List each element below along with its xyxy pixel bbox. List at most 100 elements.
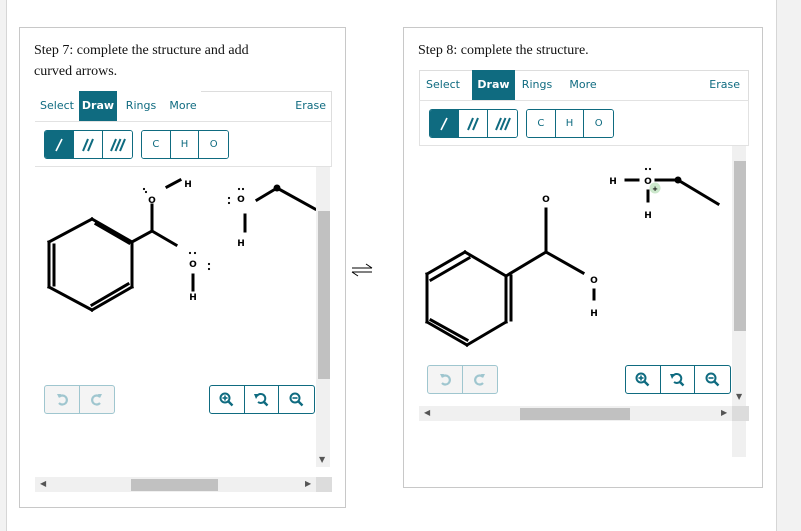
vertical-scroll-thumb[interactable] [734, 161, 746, 331]
zoom-controls [625, 365, 731, 394]
ring-bond [46, 284, 95, 313]
triple-bond-icon [494, 117, 511, 130]
redo-icon [473, 374, 485, 386]
atom-h-button[interactable]: H [170, 131, 200, 158]
single-bond-icon [440, 117, 448, 130]
page-right-gutter [776, 0, 801, 531]
erase-button[interactable]: Erase [700, 70, 740, 100]
atom-tool-group: C H O [526, 109, 614, 138]
tab-more[interactable]: More [565, 70, 601, 100]
single-bond-button[interactable] [45, 131, 75, 158]
zoom-in-button[interactable] [626, 366, 661, 393]
ring-double-bond [89, 281, 131, 308]
step8-sketcher: Select Draw Rings More Erase C H O O O H… [419, 70, 749, 474]
atom-tool-group: C H O [141, 130, 229, 159]
undo-redo-group [427, 365, 498, 394]
double-bond-button[interactable] [459, 110, 489, 137]
zoom-out-button[interactable] [279, 386, 314, 413]
double-bond-button[interactable] [74, 131, 104, 158]
scroll-down-arrow[interactable]: ▼ [736, 392, 742, 401]
step7-drawing-canvas[interactable]: O H O H O H [35, 167, 316, 467]
step7-title-line2: curved arrows. [34, 64, 118, 79]
selected-atom-dot [674, 176, 682, 184]
zoom-in-icon [635, 372, 650, 387]
zoom-in-button[interactable] [210, 386, 245, 413]
tab-rings[interactable]: Rings [123, 91, 159, 121]
horizontal-scroll-thumb[interactable] [520, 408, 630, 420]
tab-select[interactable]: Select [419, 70, 467, 100]
atom-h-top: H [184, 180, 192, 190]
atom-o-top: O [542, 195, 550, 205]
atom-h-button[interactable]: H [555, 110, 585, 137]
redo-button[interactable] [80, 386, 115, 413]
zoom-out-icon [289, 392, 304, 407]
lone-pairs [142, 187, 245, 271]
undo-button[interactable] [45, 386, 80, 413]
equilibrium-arrows-icon [351, 263, 373, 277]
step7-molecule: O H O H O H [46, 177, 316, 313]
single-bond-button[interactable] [430, 110, 460, 137]
step7-toolbar-tabs: Select Draw Rings More Erase [35, 91, 332, 121]
step7-vertical-scrollbar[interactable]: ▼ [316, 167, 330, 467]
step8-tool-row: C H O [419, 100, 749, 146]
undo-redo-group [44, 385, 115, 414]
atom-o-mid: O [189, 260, 197, 270]
double-bond-icon [467, 117, 479, 130]
scroll-right-arrow[interactable]: ▶ [721, 408, 727, 417]
ring-bond [464, 319, 509, 348]
zoom-out-button[interactable] [695, 366, 730, 393]
ring-bond [89, 284, 135, 313]
scrollbar-corner [732, 406, 749, 421]
atom-h-below: H [644, 211, 652, 221]
tab-more[interactable]: More [165, 91, 201, 121]
scrollbar-corner [316, 477, 332, 492]
atom-h-left: H [609, 177, 617, 187]
undo-button[interactable] [428, 366, 463, 393]
bond-tool-group [44, 130, 133, 159]
tab-rings[interactable]: Rings [519, 70, 555, 100]
step7-tool-row: C H O [35, 121, 332, 167]
c-c-bond [274, 185, 316, 212]
zoom-reset-button[interactable] [245, 386, 280, 413]
c-to-o-mid-bond [149, 228, 179, 248]
horizontal-scroll-thumb[interactable] [131, 479, 218, 491]
tab-select[interactable]: Select [35, 91, 79, 121]
atom-h-mid: H [590, 309, 598, 319]
scroll-right-arrow[interactable]: ▶ [305, 479, 311, 488]
zoom-controls [209, 385, 315, 414]
atom-o-button[interactable]: O [584, 110, 613, 137]
equilibrium-arrow [350, 262, 374, 281]
page-left-gutter [0, 0, 7, 531]
atom-o-cation: O [644, 177, 652, 187]
o-top-h-bond [164, 177, 183, 190]
vertical-scroll-thumb[interactable] [318, 211, 330, 379]
atom-c-button[interactable]: C [527, 110, 556, 137]
c-to-o-mid-bond [543, 249, 586, 276]
step7-horizontal-scrollbar[interactable]: ◀ ▶ [35, 477, 316, 492]
erase-button[interactable]: Erase [286, 91, 326, 121]
step7-sketcher: Select Draw Rings More Erase C H O O H O… [35, 91, 332, 493]
bond-tool-group [429, 109, 518, 138]
atom-o-top: O [148, 196, 156, 206]
lone-pairs [644, 167, 652, 171]
ring-bond [462, 249, 509, 279]
step7-panel: Step 7: complete the structure and add c… [19, 27, 346, 508]
redo-button[interactable] [463, 366, 498, 393]
step8-horizontal-scrollbar[interactable]: ◀ ▶ [419, 406, 732, 421]
atom-c-button[interactable]: C [142, 131, 171, 158]
scroll-down-arrow[interactable]: ▼ [319, 455, 325, 464]
ring-bond [89, 216, 135, 245]
tab-draw[interactable]: Draw [79, 91, 117, 121]
scroll-left-arrow[interactable]: ◀ [40, 479, 46, 488]
scroll-left-arrow[interactable]: ◀ [424, 408, 430, 417]
c-c-bond [675, 177, 721, 207]
step7-title-line1: Step 7: complete the structure and add [34, 43, 249, 58]
undo-icon [56, 394, 68, 406]
triple-bond-button[interactable] [488, 110, 517, 137]
zoom-reset-button[interactable] [661, 366, 696, 393]
zoom-out-icon [705, 372, 720, 387]
ring-double-bond [428, 317, 470, 343]
triple-bond-button[interactable] [103, 131, 132, 158]
tab-draw[interactable]: Draw [472, 70, 515, 100]
atom-o-button[interactable]: O [199, 131, 228, 158]
